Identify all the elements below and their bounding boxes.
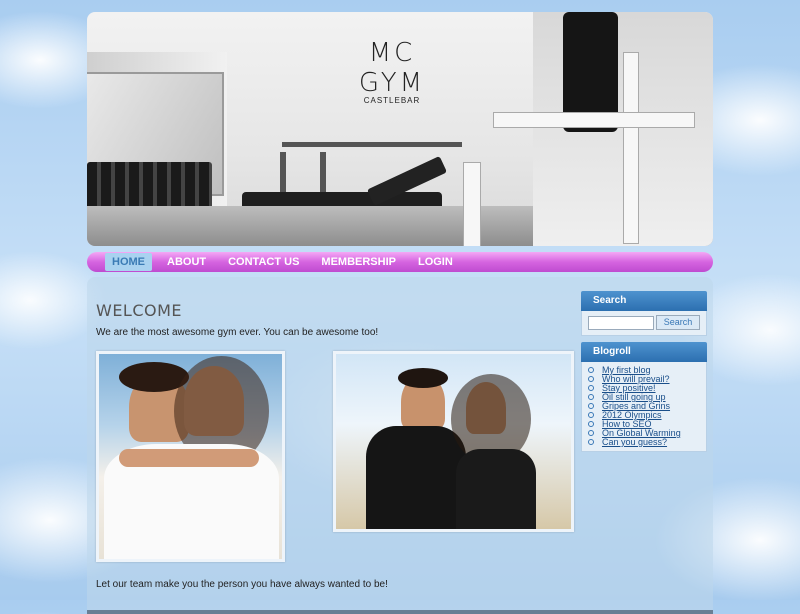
gym-machine (463, 12, 713, 246)
trainer-woman-top (456, 449, 536, 529)
bullet-icon (588, 385, 594, 391)
trainers-photo (333, 351, 574, 532)
bullet-icon (588, 376, 594, 382)
blogroll-list: My first blog Who will prevail? Stay pos… (581, 362, 707, 452)
blogroll-title: Blogroll (581, 342, 707, 362)
logo-line-1: MC (368, 38, 416, 68)
site-logo[interactable]: MC GYM CASTLEBAR (357, 38, 427, 105)
search-input[interactable] (588, 316, 654, 330)
logo-line-2: GYM (358, 68, 426, 98)
nav-membership[interactable]: MEMBERSHIP (314, 253, 403, 271)
machine-frame (493, 112, 695, 128)
trainer-man-hair (398, 368, 448, 388)
search-box-title: Search (581, 291, 707, 311)
nav-home[interactable]: HOME (105, 253, 152, 271)
bullet-icon (588, 430, 594, 436)
bullet-icon (588, 367, 594, 373)
blogroll-link-label: Can you guess? (602, 437, 668, 447)
outro-text: Let our team make you the person you hav… (96, 579, 388, 590)
bullet-icon (588, 412, 594, 418)
nav-contact-us[interactable]: CONTACT US (221, 253, 306, 271)
trainer-man-shirt (366, 426, 466, 529)
bullet-icon (588, 421, 594, 427)
intro-text: We are the most awesome gym ever. You ca… (96, 327, 379, 338)
page-title: WELCOME (96, 301, 183, 320)
bullet-icon (588, 403, 594, 409)
squat-rack-bar (282, 142, 462, 147)
bullet-icon (588, 439, 594, 445)
machine-frame (623, 52, 639, 244)
search-box: Search (581, 311, 707, 336)
search-button[interactable]: Search (656, 315, 700, 330)
sidebar: Search Search Blogroll My first blog Who… (581, 291, 707, 452)
couple-photo (96, 351, 285, 562)
nav-about[interactable]: ABOUT (160, 253, 213, 271)
bullet-icon (588, 394, 594, 400)
content-area: WELCOME We are the most awesome gym ever… (87, 277, 713, 614)
header-banner: MC GYM CASTLEBAR (87, 12, 713, 246)
nav-login[interactable]: LOGIN (411, 253, 460, 271)
arms (119, 449, 259, 467)
blogroll-link[interactable]: Can you guess? (588, 438, 706, 447)
main-nav: HOME ABOUT CONTACT US MEMBERSHIP LOGIN (87, 252, 713, 272)
logo-subtitle: CASTLEBAR (363, 96, 421, 105)
machine-frame (463, 162, 481, 246)
footer-bar (87, 610, 713, 614)
